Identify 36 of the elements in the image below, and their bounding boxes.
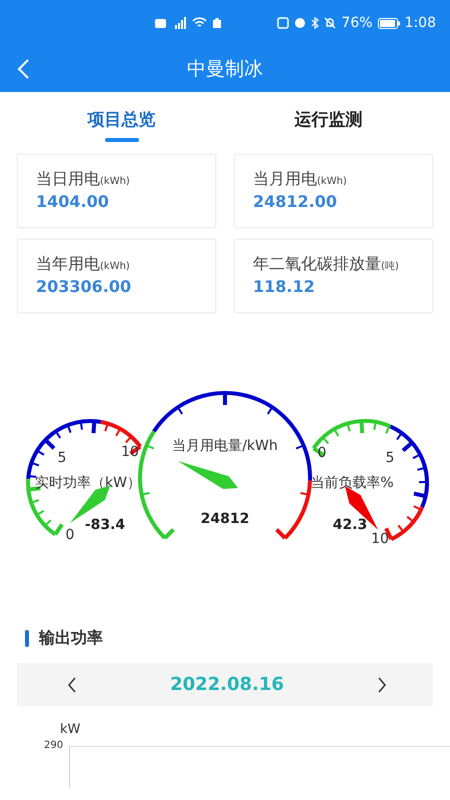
clock: 1:08 <box>404 15 436 31</box>
mute-icon <box>324 17 336 29</box>
bluetooth-icon <box>311 17 320 29</box>
tick-label: 10 <box>121 444 139 460</box>
stat-label: 当日用电 <box>36 169 100 188</box>
gauge-title: 当前负载率% <box>310 475 394 491</box>
gauge-value: -83.4 <box>84 517 126 533</box>
stat-value: 24812.00 <box>253 192 338 211</box>
stat-value: 203306.00 <box>36 277 132 296</box>
stat-unit: (kWh) <box>100 261 130 272</box>
tick-label: 0 <box>66 527 74 543</box>
axis-tick-label: 290 <box>44 740 64 751</box>
date-label: 2022.08.16 <box>170 674 284 695</box>
tick-label: 5 <box>58 450 66 466</box>
tab[interactable]: 项目总览 <box>18 92 225 146</box>
axis-unit: kW <box>60 722 80 737</box>
stat-value: 1404.00 <box>36 192 110 211</box>
gauge-value: 24812 <box>200 511 250 527</box>
wifi-icon <box>192 17 207 29</box>
tick-label: 10 <box>371 531 389 547</box>
stat-label: 当月用电 <box>253 169 317 188</box>
stat-unit: (kWh) <box>317 176 347 187</box>
stat-label: 年二氧化碳排放量 <box>253 254 381 273</box>
nfc-icon <box>277 17 290 29</box>
battery-percent: 76% <box>341 15 373 31</box>
stat-unit: (吨) <box>381 261 399 272</box>
stat-unit: (kWh) <box>100 176 130 187</box>
gauge-title: 当月用电量/kWh <box>172 438 278 454</box>
gauge-value: 42.3 <box>332 517 368 533</box>
tab[interactable]: 运行监测 <box>225 92 432 146</box>
stat-value: 118.12 <box>253 277 316 296</box>
page-title: 中曼制冰 <box>187 57 263 82</box>
section-title: 输出功率 <box>39 628 103 649</box>
battery-icon <box>378 18 400 28</box>
stat-label: 当年用电 <box>36 254 100 273</box>
tick-label: 5 <box>386 450 394 466</box>
